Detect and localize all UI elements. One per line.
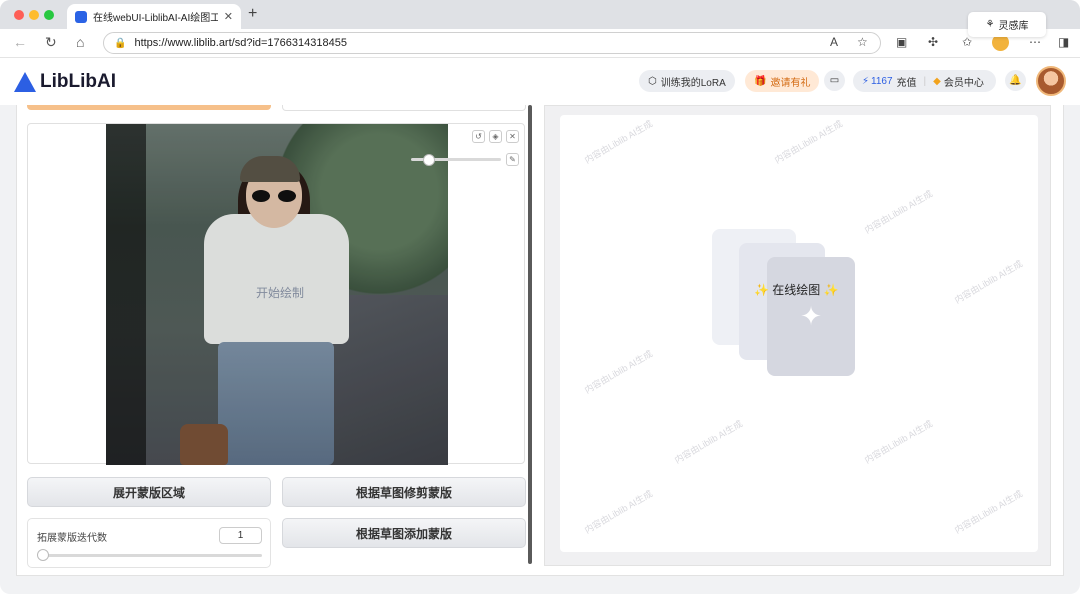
recharge-link[interactable]: 充值 bbox=[897, 74, 917, 89]
watermark-text: 内容由Liblib AI生成 bbox=[582, 348, 655, 396]
back-arrow-icon[interactable]: ← bbox=[13, 34, 27, 50]
points-value: 1167 bbox=[871, 75, 893, 87]
url-field[interactable]: 🔒 https://www.liblib.art/sd?id=176631431… bbox=[103, 32, 881, 54]
user-avatar[interactable] bbox=[1036, 66, 1066, 96]
output-area: 内容由Liblib AI生成 内容由Liblib AI生成 内容由Liblib … bbox=[560, 115, 1038, 552]
bell-icon: 🔔 bbox=[1009, 75, 1022, 86]
new-tab-button[interactable]: + bbox=[248, 5, 257, 23]
url-text: https://www.liblib.art/sd?id=17663143184… bbox=[134, 37, 347, 49]
favorites-list-icon[interactable]: ✩ bbox=[962, 35, 972, 49]
workspaces-icon[interactable]: ▣ bbox=[896, 35, 907, 49]
more-menu-icon[interactable]: ⋯ bbox=[1029, 35, 1041, 49]
close-window-button[interactable] bbox=[14, 10, 24, 20]
crop-mask-button[interactable]: 根据草图修剪蒙版 bbox=[282, 477, 526, 507]
brush-size-thumb[interactable] bbox=[423, 154, 435, 166]
favorite-star-icon[interactable]: ☆ bbox=[857, 35, 868, 49]
watermark-text: 内容由Liblib AI生成 bbox=[672, 418, 745, 466]
browser-window: 在线webUI-LiblibAI-AI绘图工具 ✕ + ← ↻ ⌂ 🔒 http… bbox=[0, 0, 1080, 594]
lightning-icon: ⚡ bbox=[862, 75, 870, 87]
cube-icon: ⬡ bbox=[648, 75, 657, 87]
watermark-text: 内容由Liblib AI生成 bbox=[582, 118, 655, 166]
member-center-link[interactable]: 会员中心 bbox=[944, 74, 984, 89]
main-content: 开始绘制 ↺ ◈ ✕ ✎ 展开蒙版区域 根据草图修剪蒙版 根据草图添加蒙版 拓展… bbox=[16, 105, 1064, 576]
watermark-text: 内容由Liblib AI生成 bbox=[862, 188, 935, 236]
mask-iterations-label: 拓展蒙版迭代数 bbox=[37, 533, 107, 544]
address-bar: ← ↻ ⌂ 🔒 https://www.liblib.art/sd?id=176… bbox=[0, 29, 1080, 58]
left-panel-scrollbar[interactable] bbox=[528, 105, 532, 564]
read-aloud-icon[interactable]: A bbox=[830, 35, 838, 49]
browser-tab[interactable]: 在线webUI-LiblibAI-AI绘图工具 ✕ bbox=[67, 4, 241, 29]
online-draw-text: 在线绘图 bbox=[772, 283, 821, 297]
mask-iterations-slider[interactable] bbox=[37, 554, 262, 557]
points-bar: ⚡ 1167 充值 | ◆ 会员中心 bbox=[853, 70, 996, 92]
invite-label: 邀请有礼 bbox=[770, 77, 811, 89]
inpaint-canvas[interactable]: 开始绘制 ↺ ◈ ✕ ✎ bbox=[27, 123, 525, 465]
logo-mark-icon bbox=[14, 72, 36, 92]
watermark-text: 内容由Liblib AI生成 bbox=[952, 488, 1025, 536]
add-mask-button[interactable]: 根据草图添加蒙版 bbox=[282, 518, 526, 548]
close-icon[interactable]: ✕ bbox=[506, 130, 519, 143]
tab-bar: 在线webUI-LiblibAI-AI绘图工具 ✕ + bbox=[0, 0, 1080, 29]
watermark-text: 内容由Liblib AI生成 bbox=[772, 118, 845, 166]
liblib-logo[interactable]: LibLibAI bbox=[14, 71, 116, 93]
reload-icon[interactable]: ↻ bbox=[45, 34, 57, 51]
sidebar-toggle-icon[interactable]: ◨ bbox=[1058, 35, 1069, 49]
output-panel: 内容由Liblib AI生成 内容由Liblib AI生成 内容由Liblib … bbox=[544, 105, 1051, 566]
online-draw-label: ✨ 在线绘图 ✨ bbox=[754, 281, 839, 298]
generate-button-edge[interactable] bbox=[27, 105, 271, 110]
divider: | bbox=[923, 75, 927, 87]
inspiration-button[interactable]: ⚘ 灵感库 bbox=[968, 12, 1046, 37]
brush-icon[interactable]: ✎ bbox=[506, 153, 519, 166]
watermark-text: 内容由Liblib AI生成 bbox=[862, 418, 935, 466]
diamond-icon: ◆ bbox=[933, 75, 941, 87]
train-lora-button[interactable]: ⬡ 训练我的LoRA bbox=[639, 70, 735, 92]
notification-button[interactable]: 🔔 bbox=[1005, 70, 1026, 91]
mask-iterations-control: 拓展蒙版迭代数 1 bbox=[27, 518, 271, 568]
magic-wand-icon: ✦ bbox=[767, 257, 855, 376]
minimize-window-button[interactable] bbox=[29, 10, 39, 20]
folder-button[interactable]: ▭ bbox=[824, 70, 845, 91]
tab-title: 在线webUI-LiblibAI-AI绘图工具 bbox=[93, 13, 218, 24]
source-photo: 开始绘制 bbox=[106, 124, 448, 465]
canvas-watermark: 开始绘制 bbox=[256, 286, 305, 300]
lock-icon: 🔒 bbox=[114, 37, 127, 49]
train-lora-label: 训练我的LoRA bbox=[660, 77, 726, 89]
mask-iterations-input[interactable]: 1 bbox=[219, 527, 262, 544]
undo-icon[interactable]: ↺ bbox=[472, 130, 485, 143]
expand-mask-button[interactable]: 展开蒙版区域 bbox=[27, 477, 271, 507]
sparkle-icon: ✨ bbox=[754, 283, 769, 297]
mask-iterations-thumb[interactable] bbox=[37, 549, 49, 561]
watermark-text: 内容由Liblib AI生成 bbox=[952, 258, 1025, 306]
logo-text: LibLibAI bbox=[40, 71, 116, 92]
site-header: LibLibAI ⬡ 训练我的LoRA 🎁 邀请有礼 ▭ ⚡ 1167 充值 |… bbox=[0, 58, 1080, 105]
top-tabs-edge bbox=[282, 105, 526, 111]
invite-button[interactable]: 🎁 邀请有礼 bbox=[745, 70, 820, 92]
liblib-favicon-icon bbox=[75, 10, 87, 23]
watermark-text: 内容由Liblib AI生成 bbox=[582, 488, 655, 536]
sparkle-icon: ⚘ bbox=[985, 19, 995, 30]
inspiration-label: 灵感库 bbox=[998, 21, 1029, 32]
gift-icon: 🎁 bbox=[754, 75, 767, 87]
folder-icon: ▭ bbox=[829, 75, 840, 86]
home-icon[interactable]: ⌂ bbox=[76, 34, 84, 50]
eraser-icon[interactable]: ◈ bbox=[489, 130, 502, 143]
maximize-window-button[interactable] bbox=[44, 10, 54, 20]
sparkle-icon: ✨ bbox=[823, 283, 839, 297]
extensions-icon[interactable]: ✣ bbox=[928, 35, 938, 49]
tab-close-icon[interactable]: ✕ bbox=[224, 10, 233, 23]
